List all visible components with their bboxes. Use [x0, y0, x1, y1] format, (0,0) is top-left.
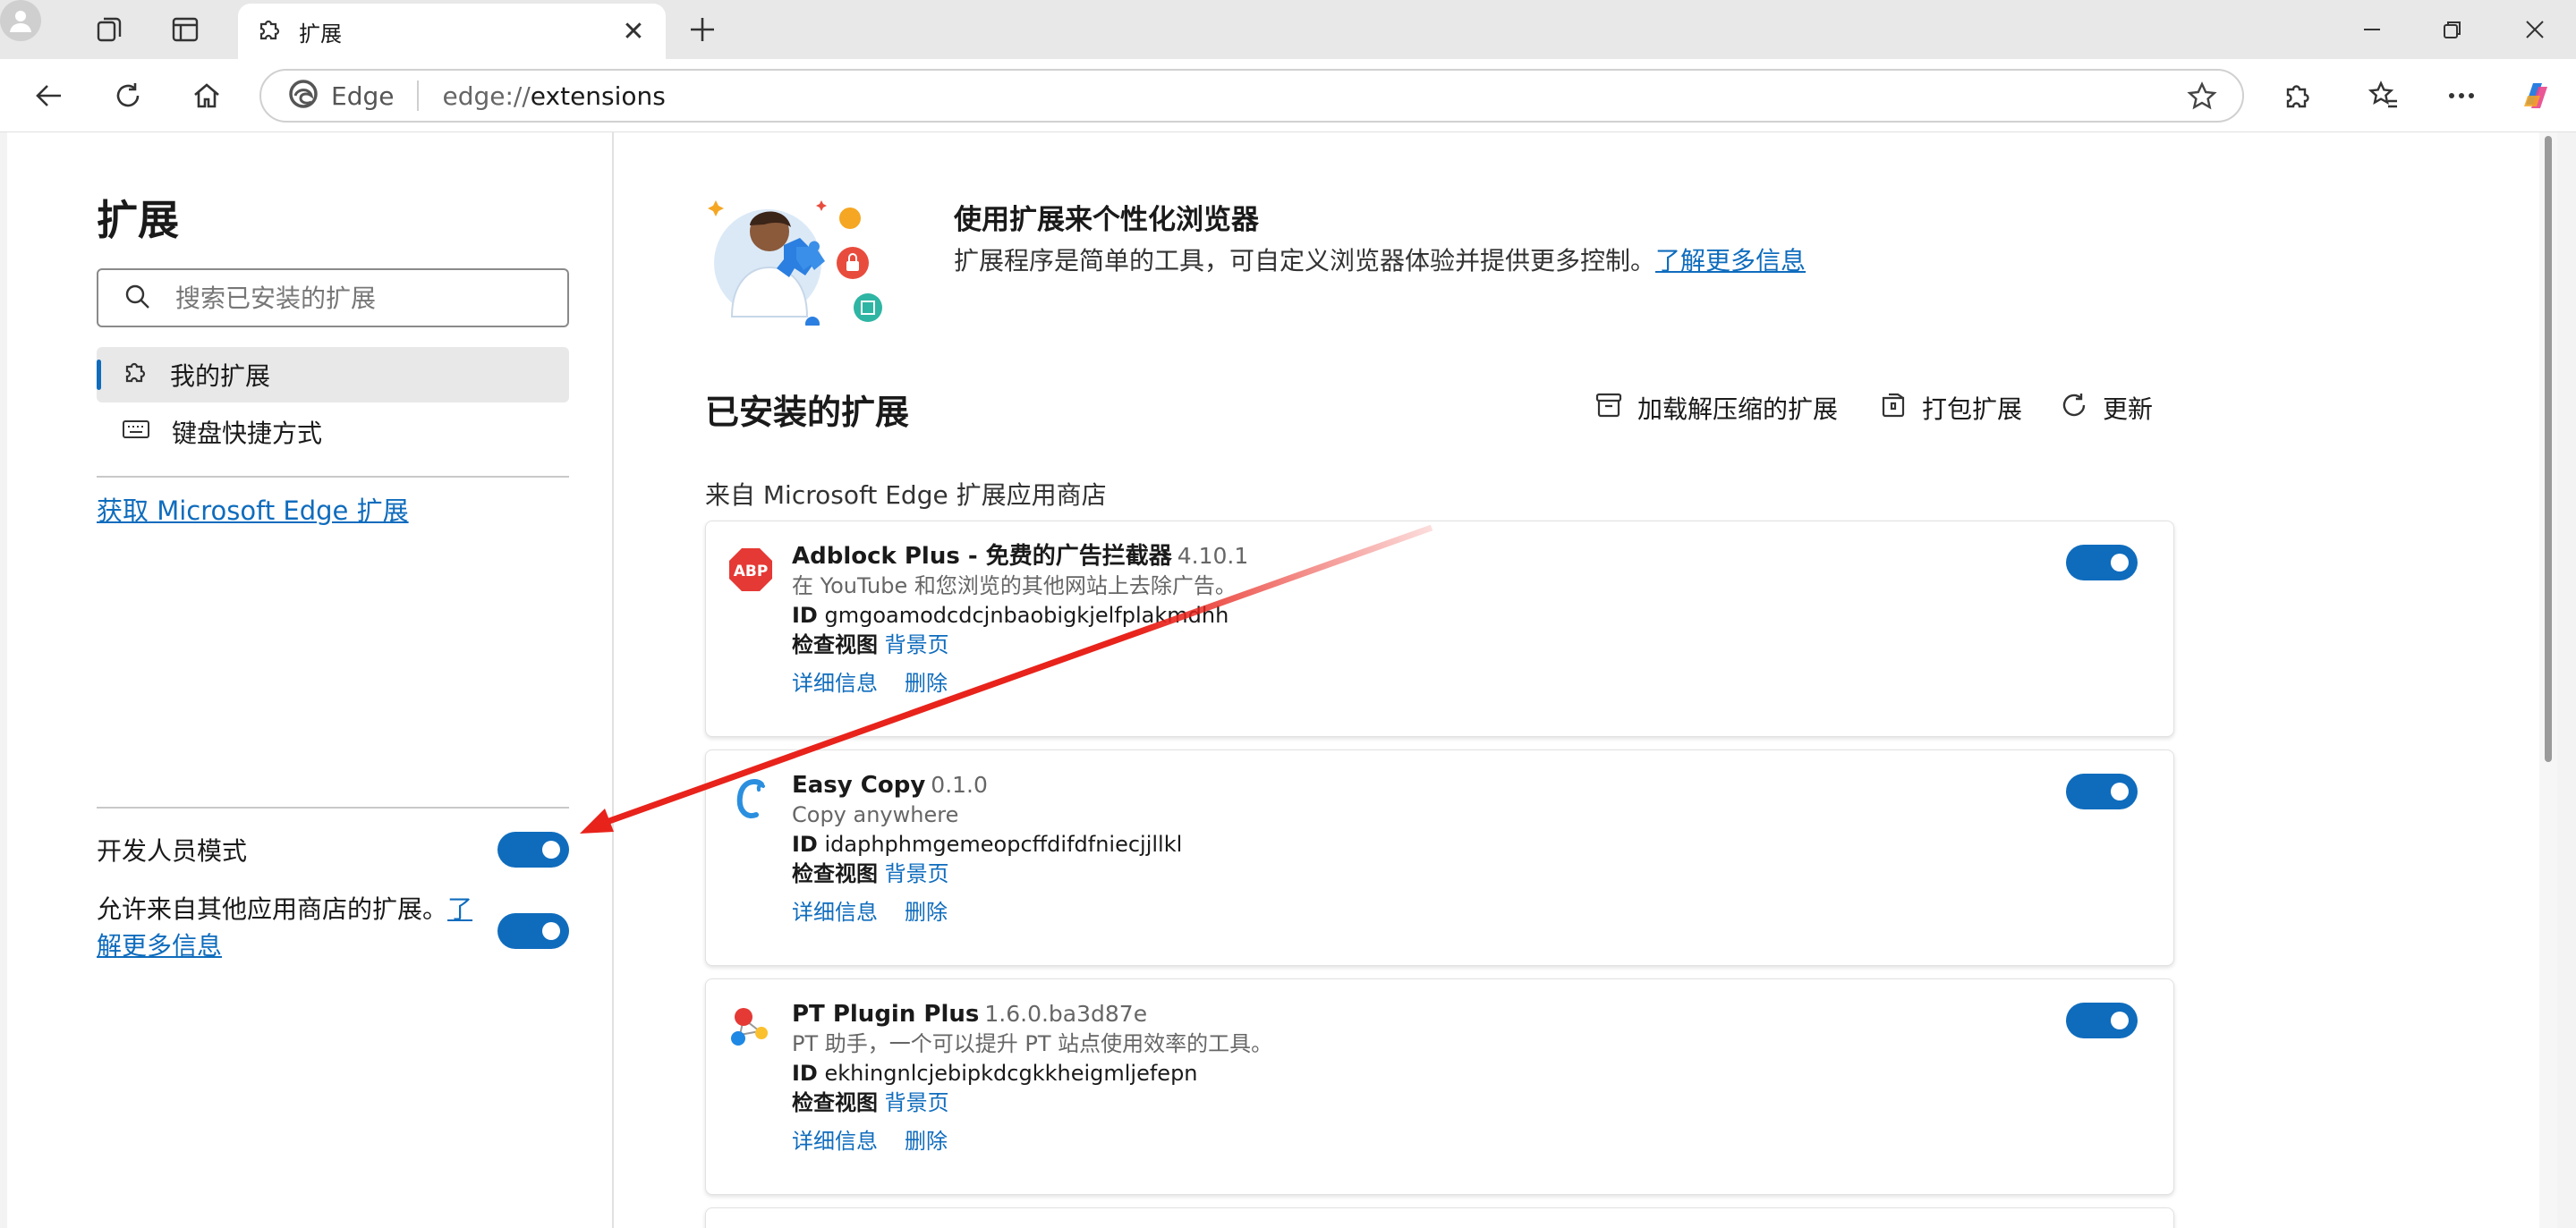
tab-actions-icon[interactable] — [165, 9, 206, 50]
tab-title: 扩展 — [299, 21, 342, 47]
extension-card-pt-plugin-plus: PT Plugin Plus 1.6.0.ba3d87e PT 助手，一个可以提升… — [705, 978, 2174, 1195]
extension-card-adblock-plus: ABP Adblock Plus - 免费的广告拦截器 4.10.1 在 YouT… — [705, 521, 2174, 737]
copilot-icon[interactable] — [2514, 73, 2559, 118]
background-page-link[interactable]: 背景页 — [885, 1090, 949, 1115]
sidebar-item-label: 我的扩展 — [170, 361, 271, 391]
edge-logo-icon — [288, 79, 319, 113]
extension-description: PT 助手，一个可以提升 PT 站点使用效率的工具。 — [792, 1031, 1273, 1056]
svg-text:ABP: ABP — [734, 563, 769, 580]
scrollbar-thumb[interactable] — [2545, 136, 2552, 762]
inspect-views: 检查视图 背景页 — [792, 632, 949, 657]
developer-mode-toggle[interactable] — [497, 832, 569, 868]
favorites-icon[interactable] — [2362, 73, 2407, 118]
inspect-views: 检查视图 背景页 — [792, 1090, 949, 1115]
hero-title: 使用扩展来个性化浏览器 — [954, 204, 1259, 236]
extensions-page: 扩展 我的扩展 键盘快捷方式 获取 Microsoft Edge 扩展 开发人员… — [7, 132, 2557, 1228]
sidebar-item-keyboard-shortcuts[interactable]: 键盘快捷方式 — [97, 404, 569, 460]
hero-description: 扩展程序是简单的工具，可自定义浏览器体验并提供更多控制。了解更多信息 — [954, 246, 1807, 275]
extension-enable-toggle[interactable] — [2066, 774, 2138, 809]
extension-details: PT Plugin Plus 1.6.0.ba3d87e PT 助手，一个可以提升… — [792, 999, 1272, 1156]
address-bar[interactable]: Edge edge://extensions — [259, 69, 2244, 123]
extension-version: 4.10.1 — [1177, 543, 1249, 569]
background-page-link[interactable]: 背景页 — [885, 632, 949, 657]
sidebar-divider — [97, 807, 569, 809]
remove-link[interactable]: 删除 — [905, 671, 948, 696]
refresh-icon[interactable] — [106, 73, 150, 118]
favorite-star-icon[interactable] — [2187, 81, 2217, 115]
extension-card-partial — [705, 1207, 2174, 1228]
extension-name: Adblock Plus - 免费的广告拦截器 — [792, 543, 1172, 570]
pack-extension-button[interactable]: 打包扩展 — [1879, 390, 2022, 426]
title-bar: 扩展 ✕ — [0, 0, 2576, 59]
extension-version: 0.1.0 — [931, 772, 988, 798]
extension-description: 在 YouTube 和您浏览的其他网站上去除广告。 — [792, 573, 1237, 598]
restore-icon[interactable] — [2412, 7, 2493, 52]
allow-other-stores-row: 允许来自其他应用商店的扩展。了解更多信息 — [97, 891, 490, 964]
extension-details: Adblock Plus - 免费的广告拦截器 4.10.1 在 YouTube … — [792, 541, 1248, 699]
extension-version: 1.6.0.ba3d87e — [984, 1001, 1148, 1027]
browser-toolbar: Edge edge://extensions — [0, 59, 2576, 132]
puzzle-icon — [122, 359, 149, 392]
extension-id: ID idaphphmgemeopcffdifdfniecjjllkl — [792, 832, 1183, 857]
extension-name: PT Plugin Plus — [792, 1001, 980, 1028]
hero-learn-more-link[interactable]: 了解更多信息 — [1655, 246, 1806, 275]
sidebar-divider — [97, 476, 569, 478]
keyboard-icon — [122, 418, 150, 447]
back-arrow-icon[interactable] — [27, 73, 72, 118]
search-icon — [123, 283, 150, 313]
page-scrollbar[interactable] — [2539, 132, 2557, 1228]
pack-icon — [1879, 391, 1908, 426]
inspect-views: 检查视图 背景页 — [792, 861, 949, 886]
extension-id: ID ekhingnlcjebipkdcgkkheigmljefepn — [792, 1061, 1198, 1086]
pt-plugin-plus-icon — [727, 1004, 774, 1051]
sidebar-item-label: 键盘快捷方式 — [172, 419, 323, 448]
background-page-link[interactable]: 背景页 — [885, 861, 949, 886]
workspaces-icon[interactable] — [89, 9, 131, 50]
url-text[interactable]: edge://extensions — [442, 81, 665, 111]
tab-extensions[interactable]: 扩展 ✕ — [238, 4, 666, 59]
close-window-icon[interactable] — [2495, 7, 2575, 52]
extension-id: ID gmgoamodcdcjnbaobigkjelfplakmdhh — [792, 603, 1229, 628]
extension-details: Easy Copy 0.1.0 Copy anywhere ID idaphphm… — [792, 770, 1182, 927]
more-menu-icon[interactable] — [2439, 73, 2484, 118]
easy-copy-icon — [727, 775, 774, 822]
get-edge-extensions-link[interactable]: 获取 Microsoft Edge 扩展 — [97, 490, 409, 528]
remove-link[interactable]: 删除 — [905, 1129, 948, 1154]
allow-other-stores-label: 允许来自其他应用商店的扩展。 — [97, 894, 448, 924]
profile-avatar-icon[interactable] — [0, 0, 41, 41]
extension-name: Easy Copy — [792, 772, 926, 799]
load-unpacked-icon — [1594, 391, 1623, 426]
sidebar-title: 扩展 — [97, 196, 179, 244]
new-tab-icon[interactable] — [682, 9, 723, 50]
extension-card-easy-copy: Easy Copy 0.1.0 Copy anywhere ID idaphphm… — [705, 750, 2174, 966]
adblock-plus-icon: ABP — [727, 546, 774, 593]
remove-link[interactable]: 删除 — [905, 900, 948, 925]
details-link[interactable]: 详细信息 — [792, 1129, 878, 1154]
search-input[interactable] — [175, 283, 551, 313]
puzzle-icon — [256, 16, 283, 47]
home-icon[interactable] — [184, 73, 229, 118]
extensions-toolbar-icon[interactable] — [2274, 73, 2319, 118]
omnibox-separator — [417, 80, 420, 111]
installed-extensions-title: 已安装的扩展 — [705, 393, 910, 432]
extension-description: Copy anywhere — [792, 802, 959, 827]
omnibox-brand: Edge — [331, 80, 395, 111]
refresh-icon — [2060, 391, 2088, 426]
sidebar-item-my-extensions[interactable]: 我的扩展 — [97, 347, 569, 402]
hero-illustration — [705, 182, 929, 331]
developer-mode-label: 开发人员模式 — [97, 836, 248, 866]
details-link[interactable]: 详细信息 — [792, 900, 878, 925]
load-unpacked-button[interactable]: 加载解压缩的扩展 — [1594, 390, 1838, 426]
extension-enable-toggle[interactable] — [2066, 545, 2138, 580]
allow-other-stores-toggle[interactable] — [497, 913, 569, 949]
tab-close-icon[interactable]: ✕ — [619, 16, 648, 47]
extension-enable-toggle[interactable] — [2066, 1003, 2138, 1038]
minimize-icon[interactable] — [2332, 7, 2412, 52]
sidebar: 扩展 我的扩展 键盘快捷方式 获取 Microsoft Edge 扩展 开发人员… — [7, 132, 614, 1228]
search-box[interactable] — [97, 268, 569, 327]
store-section-label: 来自 Microsoft Edge 扩展应用商店 — [705, 480, 1107, 510]
update-button[interactable]: 更新 — [2060, 390, 2153, 426]
details-link[interactable]: 详细信息 — [792, 671, 878, 696]
